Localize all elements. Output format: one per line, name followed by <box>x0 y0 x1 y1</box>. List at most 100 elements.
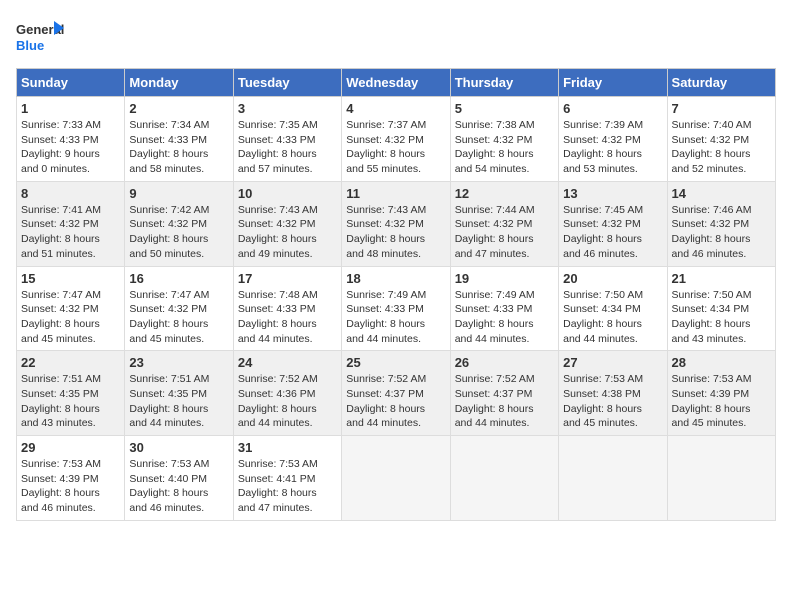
day-info: Sunrise: 7:33 AM Sunset: 4:33 PM Dayligh… <box>21 118 120 177</box>
calendar-day-cell: 23 Sunrise: 7:51 AM Sunset: 4:35 PM Dayli… <box>125 351 233 436</box>
day-number: 25 <box>346 355 445 370</box>
calendar-day-cell: 21 Sunrise: 7:50 AM Sunset: 4:34 PM Dayli… <box>667 266 775 351</box>
calendar-day-cell: 28 Sunrise: 7:53 AM Sunset: 4:39 PM Dayli… <box>667 351 775 436</box>
logo: GeneralBlue <box>16 16 66 56</box>
day-info: Sunrise: 7:46 AM Sunset: 4:32 PM Dayligh… <box>672 203 771 262</box>
day-info: Sunrise: 7:51 AM Sunset: 4:35 PM Dayligh… <box>129 372 228 431</box>
calendar-day-cell: 7 Sunrise: 7:40 AM Sunset: 4:32 PM Daylig… <box>667 97 775 182</box>
day-info: Sunrise: 7:37 AM Sunset: 4:32 PM Dayligh… <box>346 118 445 177</box>
calendar-day-cell: 17 Sunrise: 7:48 AM Sunset: 4:33 PM Dayli… <box>233 266 341 351</box>
day-info: Sunrise: 7:49 AM Sunset: 4:33 PM Dayligh… <box>455 288 554 347</box>
day-info: Sunrise: 7:38 AM Sunset: 4:32 PM Dayligh… <box>455 118 554 177</box>
day-number: 30 <box>129 440 228 455</box>
calendar-week-row: 8 Sunrise: 7:41 AM Sunset: 4:32 PM Daylig… <box>17 181 776 266</box>
day-number: 31 <box>238 440 337 455</box>
calendar-week-row: 1 Sunrise: 7:33 AM Sunset: 4:33 PM Daylig… <box>17 97 776 182</box>
day-number: 8 <box>21 186 120 201</box>
calendar-day-cell: 22Sunrise: 7:51 AM Sunset: 4:35 PM Dayli… <box>17 351 125 436</box>
day-info: Sunrise: 7:52 AM Sunset: 4:37 PM Dayligh… <box>346 372 445 431</box>
svg-text:Blue: Blue <box>16 38 44 53</box>
calendar-day-cell: 3 Sunrise: 7:35 AM Sunset: 4:33 PM Daylig… <box>233 97 341 182</box>
calendar-day-cell: 18Sunrise: 7:49 AM Sunset: 4:33 PM Dayli… <box>342 266 450 351</box>
day-info: Sunrise: 7:53 AM Sunset: 4:39 PM Dayligh… <box>21 457 120 516</box>
calendar-day-cell: 4 Sunrise: 7:37 AM Sunset: 4:32 PM Daylig… <box>342 97 450 182</box>
calendar-day-cell: 16 Sunrise: 7:47 AM Sunset: 4:32 PM Dayli… <box>125 266 233 351</box>
calendar-day-cell <box>559 436 667 521</box>
day-number: 9 <box>129 186 228 201</box>
calendar-day-cell: 19 Sunrise: 7:49 AM Sunset: 4:33 PM Dayli… <box>450 266 558 351</box>
weekday-header: Monday <box>125 69 233 97</box>
day-info: Sunrise: 7:47 AM Sunset: 4:32 PM Dayligh… <box>21 288 120 347</box>
calendar-day-cell <box>342 436 450 521</box>
day-info: Sunrise: 7:53 AM Sunset: 4:40 PM Dayligh… <box>129 457 228 516</box>
day-info: Sunrise: 7:53 AM Sunset: 4:41 PM Dayligh… <box>238 457 337 516</box>
calendar-table: SundayMondayTuesdayWednesdayThursdayFrid… <box>16 68 776 521</box>
day-info: Sunrise: 7:53 AM Sunset: 4:38 PM Dayligh… <box>563 372 662 431</box>
day-info: Sunrise: 7:44 AM Sunset: 4:32 PM Dayligh… <box>455 203 554 262</box>
day-number: 13 <box>563 186 662 201</box>
day-info: Sunrise: 7:40 AM Sunset: 4:32 PM Dayligh… <box>672 118 771 177</box>
calendar-day-cell: 11 Sunrise: 7:43 AM Sunset: 4:32 PM Dayli… <box>342 181 450 266</box>
calendar-week-row: 22 Sunrise: 7:51 AM Sunset: 4:35 PM Dayli… <box>17 351 776 436</box>
weekday-header: Sunday <box>17 69 125 97</box>
day-info: Sunrise: 7:52 AM Sunset: 4:36 PM Dayligh… <box>238 372 337 431</box>
day-number: 4 <box>346 101 445 116</box>
day-info: Sunrise: 7:48 AM Sunset: 4:33 PM Dayligh… <box>238 288 337 347</box>
day-number: 22 <box>21 355 120 370</box>
day-number: 7 <box>672 101 771 116</box>
day-info: Sunrise: 7:39 AM Sunset: 4:32 PM Dayligh… <box>563 118 662 177</box>
day-info: Sunrise: 7:47 AM Sunset: 4:32 PM Dayligh… <box>129 288 228 347</box>
day-number: 28 <box>672 355 771 370</box>
calendar-day-cell: 9 Sunrise: 7:42 AM Sunset: 4:32 PM Daylig… <box>125 181 233 266</box>
day-number: 1 <box>21 101 120 116</box>
calendar-day-cell: 5Sunrise: 7:38 AM Sunset: 4:32 PM Daylig… <box>450 97 558 182</box>
weekday-header: Saturday <box>667 69 775 97</box>
day-info: Sunrise: 7:52 AM Sunset: 4:37 PM Dayligh… <box>455 372 554 431</box>
page-header: GeneralBlue <box>16 16 776 56</box>
day-number: 6 <box>563 101 662 116</box>
day-number: 15 <box>21 271 120 286</box>
day-number: 2 <box>129 101 228 116</box>
day-info: Sunrise: 7:42 AM Sunset: 4:32 PM Dayligh… <box>129 203 228 262</box>
day-number: 14 <box>672 186 771 201</box>
day-number: 11 <box>346 186 445 201</box>
calendar-day-cell <box>450 436 558 521</box>
day-info: Sunrise: 7:41 AM Sunset: 4:32 PM Dayligh… <box>21 203 120 262</box>
day-number: 19 <box>455 271 554 286</box>
calendar-day-cell: 12Sunrise: 7:44 AM Sunset: 4:32 PM Dayli… <box>450 181 558 266</box>
day-info: Sunrise: 7:35 AM Sunset: 4:33 PM Dayligh… <box>238 118 337 177</box>
day-info: Sunrise: 7:50 AM Sunset: 4:34 PM Dayligh… <box>672 288 771 347</box>
weekday-header: Wednesday <box>342 69 450 97</box>
day-info: Sunrise: 7:45 AM Sunset: 4:32 PM Dayligh… <box>563 203 662 262</box>
calendar-day-cell: 24Sunrise: 7:52 AM Sunset: 4:36 PM Dayli… <box>233 351 341 436</box>
day-info: Sunrise: 7:53 AM Sunset: 4:39 PM Dayligh… <box>672 372 771 431</box>
calendar-day-cell: 13 Sunrise: 7:45 AM Sunset: 4:32 PM Dayli… <box>559 181 667 266</box>
calendar-day-cell: 26 Sunrise: 7:52 AM Sunset: 4:37 PM Dayli… <box>450 351 558 436</box>
calendar-day-cell <box>667 436 775 521</box>
calendar-week-row: 15 Sunrise: 7:47 AM Sunset: 4:32 PM Dayli… <box>17 266 776 351</box>
calendar-day-cell: 8 Sunrise: 7:41 AM Sunset: 4:32 PM Daylig… <box>17 181 125 266</box>
day-number: 16 <box>129 271 228 286</box>
day-number: 10 <box>238 186 337 201</box>
calendar-day-cell: 29 Sunrise: 7:53 AM Sunset: 4:39 PM Dayli… <box>17 436 125 521</box>
day-number: 23 <box>129 355 228 370</box>
calendar-day-cell: 2 Sunrise: 7:34 AM Sunset: 4:33 PM Daylig… <box>125 97 233 182</box>
day-info: Sunrise: 7:43 AM Sunset: 4:32 PM Dayligh… <box>346 203 445 262</box>
day-number: 26 <box>455 355 554 370</box>
day-info: Sunrise: 7:34 AM Sunset: 4:33 PM Dayligh… <box>129 118 228 177</box>
calendar-day-cell: 25 Sunrise: 7:52 AM Sunset: 4:37 PM Dayli… <box>342 351 450 436</box>
calendar-day-cell: 31 Sunrise: 7:53 AM Sunset: 4:41 PM Dayli… <box>233 436 341 521</box>
day-number: 3 <box>238 101 337 116</box>
day-number: 20 <box>563 271 662 286</box>
weekday-header: Friday <box>559 69 667 97</box>
day-info: Sunrise: 7:43 AM Sunset: 4:32 PM Dayligh… <box>238 203 337 262</box>
weekday-header-row: SundayMondayTuesdayWednesdayThursdayFrid… <box>17 69 776 97</box>
calendar-day-cell: 30 Sunrise: 7:53 AM Sunset: 4:40 PM Dayli… <box>125 436 233 521</box>
calendar-day-cell: 10 Sunrise: 7:43 AM Sunset: 4:32 PM Dayli… <box>233 181 341 266</box>
day-number: 21 <box>672 271 771 286</box>
day-number: 27 <box>563 355 662 370</box>
day-number: 29 <box>21 440 120 455</box>
logo-svg: GeneralBlue <box>16 16 66 56</box>
day-number: 17 <box>238 271 337 286</box>
calendar-day-cell: 15 Sunrise: 7:47 AM Sunset: 4:32 PM Dayli… <box>17 266 125 351</box>
